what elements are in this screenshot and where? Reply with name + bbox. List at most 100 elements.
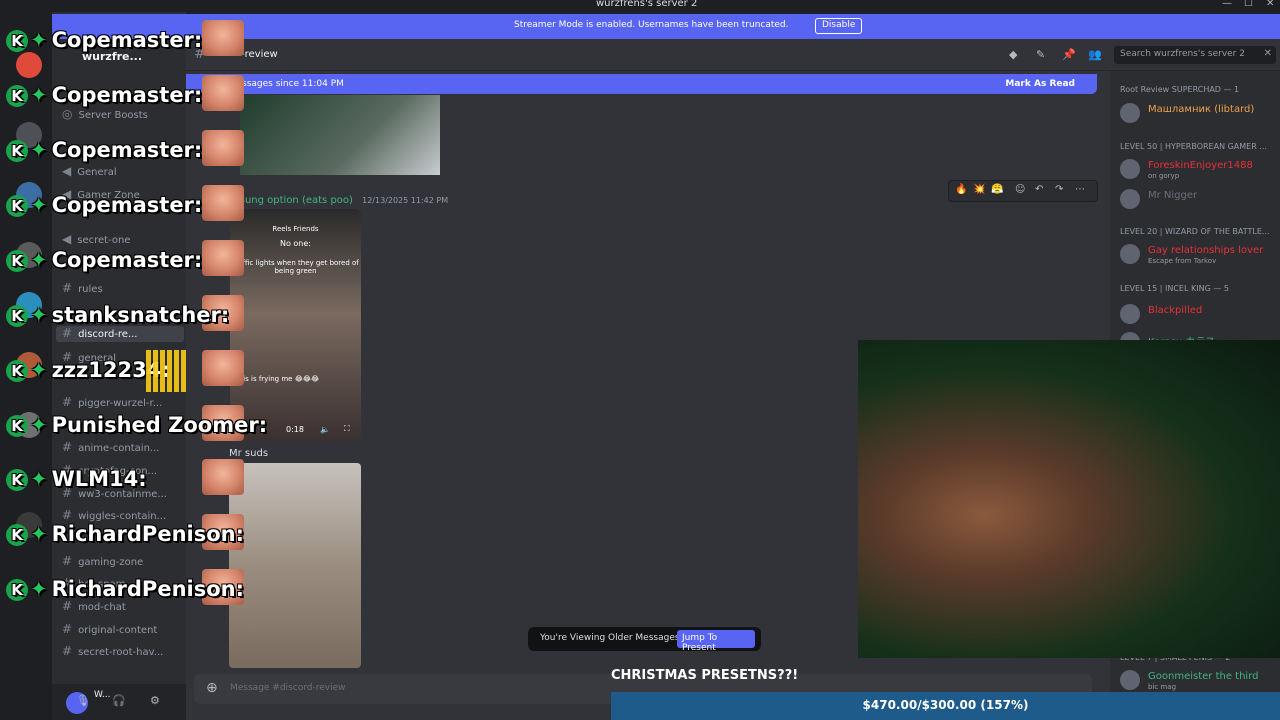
mark-as-read-button[interactable]: Mark As Read [1005,79,1075,89]
disable-button[interactable]: Disable [815,18,863,34]
overlay-chat-user: Copemaster: [51,28,203,52]
channel-discord-review[interactable]: # discord-re... [56,326,184,342]
message-author[interactable]: msung option (eats poo) [230,195,353,206]
streamer-webcam [858,340,1280,658]
gear-icon[interactable]: ⚙ [150,694,160,707]
more-icon[interactable]: ⋯ [1075,184,1085,195]
older-messages-text: You're Viewing Older Messages [540,633,680,643]
channel-wiggles[interactable]: # wiggles-contain... [62,508,186,522]
banner-text: Streamer Mode is enabled. Usernames have… [514,20,789,30]
server-icon[interactable] [16,52,42,78]
overlay-chat-user: Copemaster: [51,83,203,107]
hash-icon: # [62,326,73,340]
sparkle-icon: ✦ [30,467,48,491]
minimize-icon[interactable]: — [1222,0,1232,9]
video-attachment[interactable]: Reels Friends No one: Traffic lights whe… [230,209,361,441]
forward-icon[interactable]: ↷ [1055,184,1063,195]
member-group-label: LEVEL 50 | HYPERBOREAN GAMER ... [1120,142,1267,151]
message-header: msung option (eats poo) 12/13/2025 11:42… [230,195,448,206]
avatar [1120,159,1140,179]
member-activity: on goryp [1148,172,1180,180]
older-messages-notice: You're Viewing Older Messages Jump To Pr… [528,627,761,653]
member-group-label: LEVEL 15 | INCEL KING — 5 [1120,284,1229,293]
emote-image [202,75,244,111]
clear-search-icon[interactable]: ✕ [1264,48,1272,59]
overlay-chat-user: Copemaster: [51,193,203,217]
reply-icon[interactable]: ↶ [1035,184,1043,195]
kick-badge-icon: K [6,469,28,491]
new-messages-text: ssages since 11:04 PM [242,79,344,89]
sparkle-icon: ✦ [30,303,48,327]
reel-tabs: Reels Friends [272,225,319,233]
sparkle-icon: ✦ [30,193,48,217]
sparkle-icon: ✦ [30,577,48,601]
video-duration: 0:18 [286,425,304,434]
emote-image [202,240,244,276]
channel-mod-chat[interactable]: # mod-chat [62,599,186,613]
maximize-icon[interactable]: ☐ [1244,0,1253,9]
member-name: ForeskinEnjoyer1488 [1148,160,1253,171]
user-name: W... [94,690,111,700]
avatar [1120,304,1140,324]
add-attachment-icon[interactable]: ⊕ [206,680,218,696]
member-name: Машламник (libtard) [1148,104,1255,115]
avatar [1120,670,1140,690]
emote-image [202,130,244,166]
kick-badge-icon: K [6,250,28,272]
jump-to-present-button[interactable]: Jump To Present [677,630,755,653]
sparkle-icon: ✦ [30,28,48,52]
search-input[interactable]: Search wurzfrens's server 2 ✕ [1114,46,1276,64]
kick-badge-icon: K [6,415,28,437]
overlay-chat-user: RichardPenison: [51,522,244,546]
microphone-icon[interactable]: 🎙 [76,694,90,707]
emote-image [202,185,244,221]
new-messages-bar[interactable]: ssages since 11:04 PM Mark As Read [186,74,1097,94]
channel-pigger-wurzel[interactable]: # pigger-wurzel-r... [62,395,186,409]
member-group-label: LEVEL 20 | WIZARD OF THE BATTLE... [1120,227,1270,236]
message-author[interactable]: Mr suds [229,448,268,459]
voice-channel-general[interactable]: ◀ General [62,164,186,178]
image-attachment[interactable] [229,463,361,668]
threads-icon[interactable]: ◆ [1009,48,1017,61]
headphones-icon[interactable]: 🎧 [112,694,126,707]
titlebar: wurzfrens's server 2 — ☐ ✕ [0,0,1280,12]
hash-icon: # [62,440,73,454]
reaction-icon[interactable]: 😤 [991,184,1003,195]
fullscreen-icon[interactable]: ⛶ [344,424,350,434]
message-input[interactable]: Message #discord-review [230,683,345,693]
voice-channel-secret-one[interactable]: ◀ secret-one [62,232,186,246]
pin-icon[interactable]: 📌 [1062,48,1076,61]
member-activity: bic mag [1148,683,1177,691]
overlay-chat-line: K ✦ Copemaster: [6,193,202,217]
volume-icon[interactable]: 🔈 [320,425,330,434]
close-icon[interactable]: ✕ [1266,0,1274,9]
server-boosts-item[interactable]: ◎ Server Boosts [62,107,186,121]
avatar [1120,244,1140,264]
overlay-chat-line: K ✦ RichardPenison: [6,577,244,601]
add-reaction-icon[interactable]: ☺ [1015,184,1025,195]
hash-icon: # [62,622,73,636]
mute-icon[interactable]: ✎ [1036,48,1045,61]
reaction-fire-icon[interactable]: 🔥 [955,184,967,195]
channel-original-content[interactable]: # original-content [62,622,186,636]
channel-secret-root[interactable]: # secret-root-hav... [62,644,186,658]
reel-line-2: Traffic lights when they get bored of be… [232,259,359,275]
sparkle-icon: ✦ [30,248,48,272]
members-icon[interactable]: 👥 [1088,48,1102,61]
emote-image [202,20,244,56]
overlay-chat-user: WLM14: [51,467,147,491]
member-group-label: Root Review SUPERCHAD — 1 [1120,85,1240,94]
sparkle-icon: ✦ [30,413,48,437]
hash-icon: # [62,599,73,613]
overlay-chat-line: K ✦ Punished Zoomer: [6,413,267,437]
channel-header: # -review ◆ ✎ 📌 👥 Search wurzfrens's ser… [186,39,1280,71]
hash-icon: # [62,281,73,295]
emote-image [202,459,244,495]
channel-title: -review [241,49,278,60]
channel-rules[interactable]: # rules [62,281,186,295]
kick-badge-icon: K [6,579,28,601]
channel-gaming-zone[interactable]: # gaming-zone [62,554,186,568]
reaction-icon[interactable]: 💥 [973,184,985,195]
channel-anime[interactable]: # anime-contain... [62,440,186,454]
image-attachment[interactable] [240,95,440,175]
